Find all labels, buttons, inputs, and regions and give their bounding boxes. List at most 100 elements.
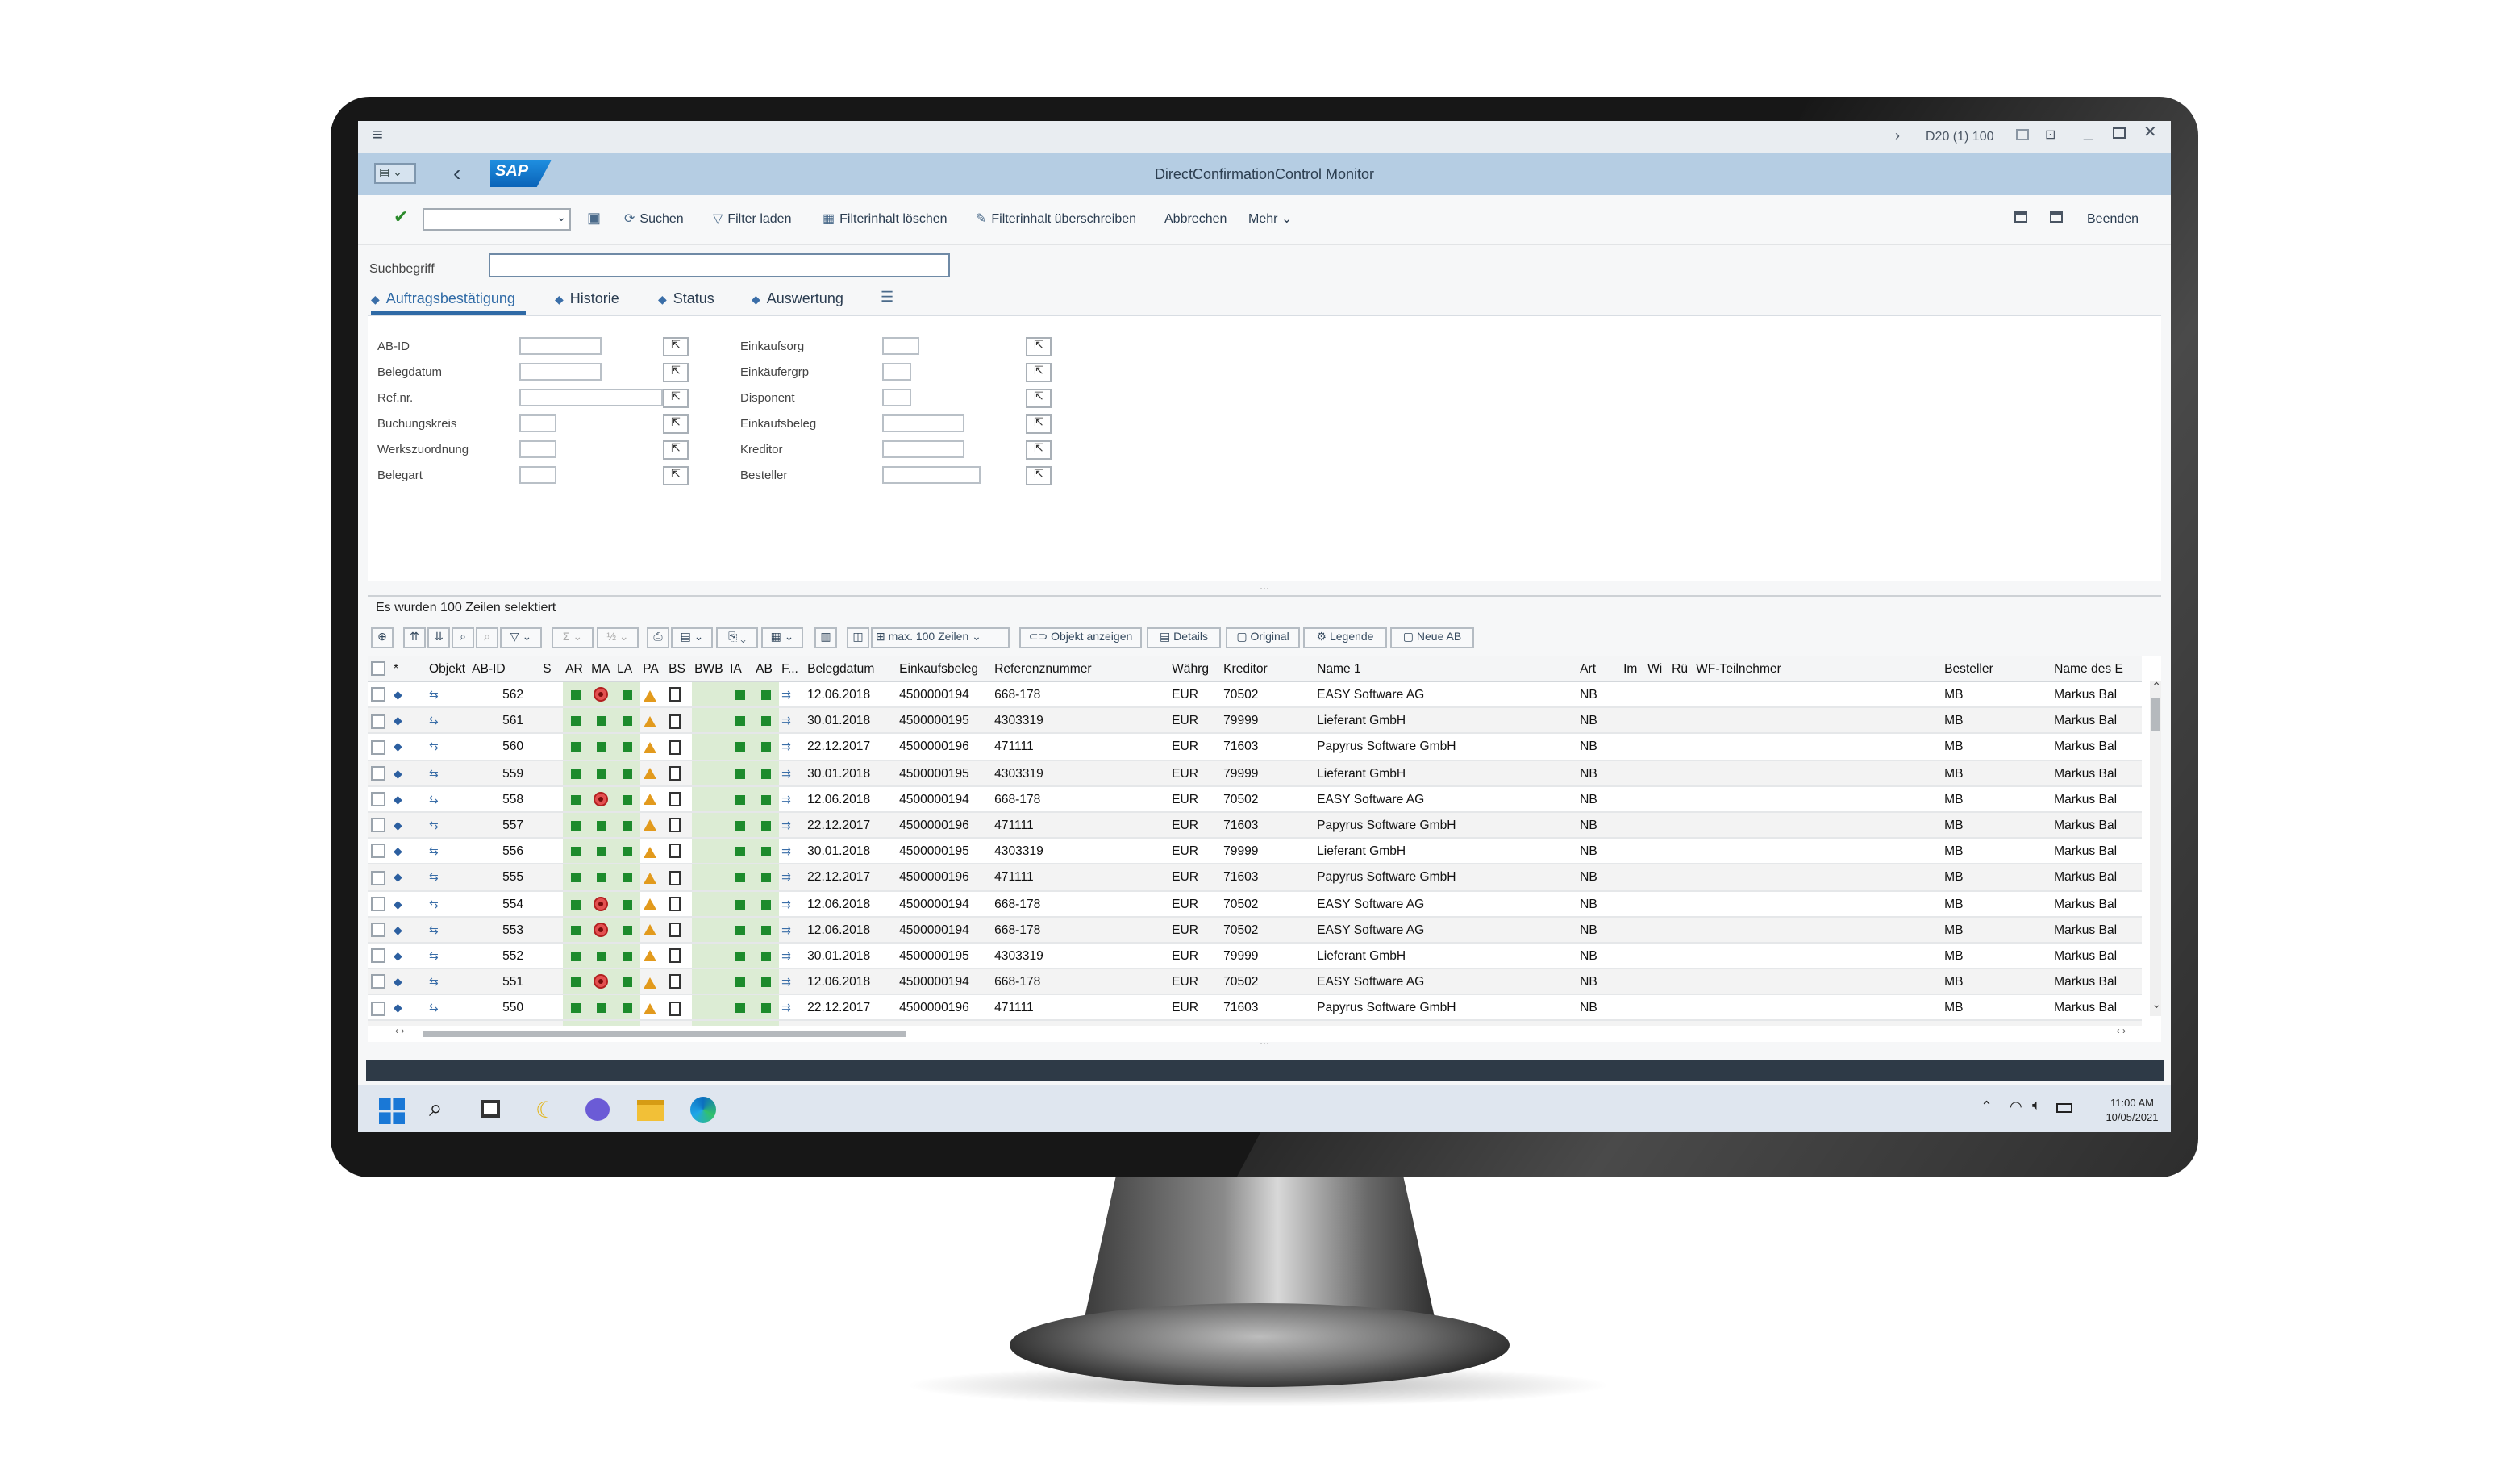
mehr-button[interactable]: Mehr ⌄ [1248,211,1292,226]
object-link-icon[interactable]: ⇆ [429,795,439,806]
column-header[interactable]: Kreditor [1220,656,1314,682]
file-explorer-icon[interactable] [637,1100,664,1121]
table-row[interactable]: ◆ ⇆ 557 ⇉ 22.12.2017 4500000196 471111 EUR 71603… [368,811,2142,839]
table-row[interactable]: ◆ ⇆ 562 ⇉ 12.06.2018 4500000194 668-178 EUR 7050… [368,681,2142,709]
object-link-icon[interactable]: ⇆ [429,717,439,728]
sort-desc-icon[interactable]: ⇊ [427,627,450,648]
multi-select-icon[interactable]: ⇱ [663,363,689,382]
row-checkbox[interactable] [371,896,385,911]
scroll-thumb[interactable] [2151,698,2160,731]
row-checkbox[interactable] [371,974,385,989]
object-link-icon[interactable]: ⇆ [429,690,439,702]
zoom-icon[interactable]: ⊕ [371,627,394,648]
row-select-cell[interactable] [368,760,390,787]
table-row[interactable]: ◆ ⇆ 558 ⇉ 12.06.2018 4500000194 668-178 EUR 7050… [368,785,2142,813]
original-button[interactable]: ▢ Original [1226,627,1300,648]
row-checkbox[interactable] [371,870,385,885]
column-header[interactable]: LA [614,656,640,682]
taskbar-time[interactable]: 11:00 AM [2097,1098,2168,1110]
object-link-icon[interactable]: ⇆ [429,977,439,989]
document-icon[interactable] [669,818,681,833]
objekt-cell[interactable]: ⇆ [426,681,469,709]
kreditor-input[interactable] [882,440,964,458]
confirm-check-icon[interactable]: ✔ [394,206,408,227]
row-checkbox[interactable] [371,923,385,937]
document-icon[interactable] [669,1001,681,1016]
belegdatum-input[interactable] [519,363,602,381]
lock-icon[interactable]: ⊡ [2045,127,2056,142]
column-header[interactable]: Währg [1168,656,1221,682]
objekt-cell[interactable]: ⇆ [426,838,469,865]
ab-id-input[interactable] [519,337,602,355]
object-link-icon[interactable]: ⇆ [429,847,439,858]
save-icon[interactable]: ▣ [587,210,601,227]
object-link-icon[interactable]: ⇆ [429,821,439,832]
objekt-cell[interactable]: ⇆ [426,811,469,839]
filterinhalt-ueberschreiben-button[interactable]: ✎ Filterinhalt überschreiben [976,211,1136,226]
workflow-icon[interactable]: ⇉ [781,926,791,937]
multi-select-icon[interactable]: ⇱ [1026,363,1052,382]
multi-select-icon[interactable]: ⇱ [663,337,689,356]
multi-select-icon[interactable]: ⇱ [1026,337,1052,356]
table-row[interactable]: ◆ ⇆ 555 ⇉ 22.12.2017 4500000196 471111 EUR 71603… [368,864,2142,892]
einkaufsorg-input[interactable] [882,337,919,355]
row-select-cell[interactable] [368,838,390,865]
column-header[interactable]: Einkaufsbeleg [896,656,992,682]
views-dropdown[interactable]: ▤ ⌄ [671,627,713,648]
row-select-cell[interactable] [368,681,390,709]
table-row[interactable]: ◆ ⇆ 552 ⇉ 30.01.2018 4500000195 4303319 EUR 7999… [368,942,2142,970]
windows-start-icon[interactable] [379,1098,405,1124]
column-header[interactable]: Referenznummer [991,656,1169,682]
row-checkbox[interactable] [371,844,385,859]
command-field[interactable]: ⌄ [423,208,571,231]
disponent-input[interactable] [882,389,911,406]
workflow-icon[interactable]: ⇉ [781,1004,791,1015]
column-header[interactable]: Art [1577,656,1621,682]
tab-auswertung[interactable]: ◆ Auswertung [752,290,843,306]
workflow-icon[interactable]: ⇉ [781,690,791,702]
multi-select-icon[interactable]: ⇱ [663,414,689,434]
column-header[interactable]: AB [752,656,779,682]
chart-icon[interactable]: ▥ [814,627,837,648]
subtotal-dropdown[interactable]: ½ ⌄ [597,627,639,648]
workflow-icon[interactable]: ⇉ [781,743,791,754]
filter-laden-button[interactable]: ▽ Filter laden [713,211,791,226]
taskbar-date[interactable]: 10/05/2021 [2097,1113,2168,1124]
maximize-icon[interactable] [2113,127,2126,139]
objekt-cell[interactable]: ⇆ [426,707,469,735]
objekt-cell[interactable]: ⇆ [426,916,469,944]
filterinhalt-loeschen-button[interactable]: ▦ Filterinhalt löschen [823,211,948,226]
find-next-icon[interactable]: ⌕ [476,627,498,648]
splitter-handle[interactable]: ⋯ [368,585,2161,597]
row-select-cell[interactable] [368,969,390,996]
row-select-cell[interactable] [368,864,390,892]
widgets-icon[interactable]: ☾ [535,1097,556,1124]
column-header[interactable]: Besteller [1941,656,2051,682]
table-row[interactable]: ◆ ⇆ 560 ⇉ 22.12.2017 4500000196 471111 EUR 71603… [368,733,2142,761]
object-link-icon[interactable]: ⇆ [429,873,439,885]
objekt-cell[interactable]: ⇆ [426,760,469,787]
row-checkbox[interactable] [371,739,385,755]
tray-chevron-icon[interactable]: ⌃ [1981,1098,1993,1116]
export-dropdown[interactable]: ⎘ ⌄ [716,627,758,648]
column-header[interactable]: Im [1620,656,1645,682]
objekt-cell[interactable]: ⇆ [426,890,469,918]
object-link-icon[interactable]: ⇆ [429,926,439,937]
row-checkbox[interactable] [371,765,385,781]
document-icon[interactable] [669,765,681,781]
einkaeufergrp-input[interactable] [882,363,911,381]
column-header[interactable]: AR [562,656,589,682]
legende-button[interactable]: ⚙ Legende [1303,627,1387,648]
buchungskreis-input[interactable] [519,414,556,432]
werkszuordnung-input[interactable] [519,440,556,458]
column-header[interactable]: BS [665,656,692,682]
column-header[interactable]: PA [639,656,666,682]
row-checkbox[interactable] [371,948,385,964]
calendar-icon[interactable] [2050,211,2063,223]
row-select-cell[interactable] [368,785,390,813]
row-checkbox[interactable] [371,818,385,833]
column-header[interactable]: Objekt [426,656,469,682]
column-header[interactable]: S [539,656,563,682]
objekt-cell[interactable]: ⇆ [426,864,469,892]
workflow-icon[interactable]: ⇉ [781,821,791,832]
